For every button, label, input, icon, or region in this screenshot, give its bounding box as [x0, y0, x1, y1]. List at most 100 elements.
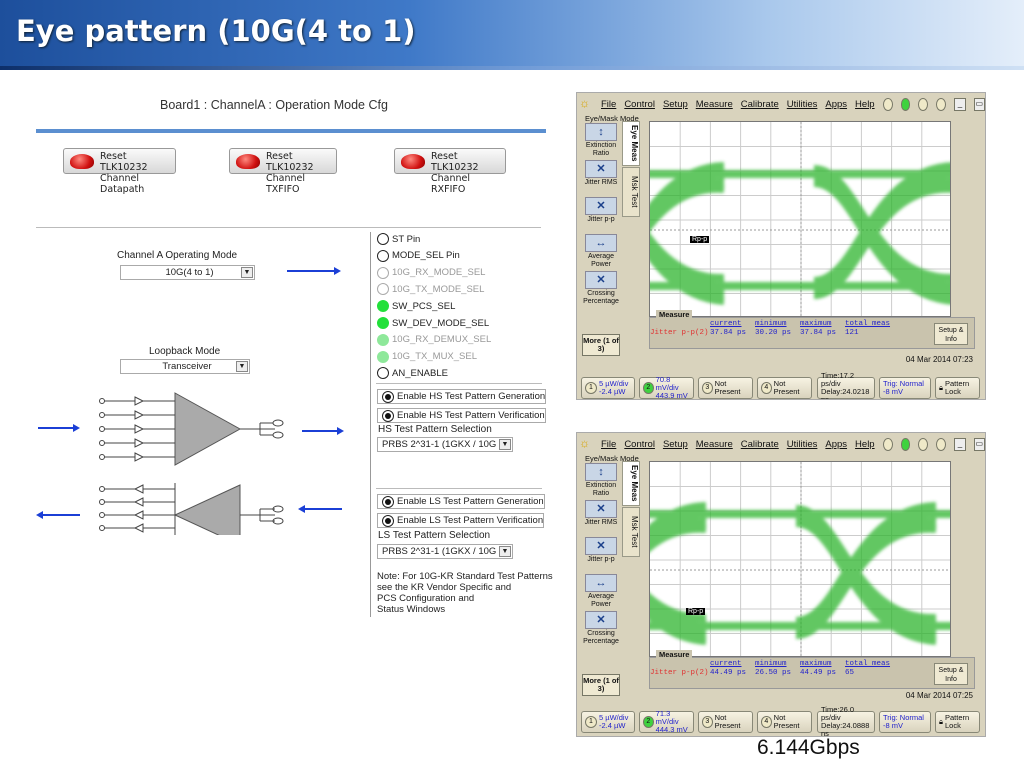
channel-4-button[interactable]: [936, 97, 947, 111]
setup-info-button[interactable]: Setup & Info: [934, 663, 968, 685]
measure-title: Measure: [656, 310, 693, 319]
channel-4-button[interactable]: [936, 437, 947, 451]
pin-radio[interactable]: ST Pin: [377, 233, 420, 245]
channel-2-button[interactable]: 2 70.8 mV/div 443.9 mV: [639, 376, 694, 399]
channel-1-button[interactable]: [882, 97, 893, 111]
measure-label: Extinction Ratio: [585, 482, 617, 497]
timestamp: 04 Mar 2014 07:25: [905, 691, 973, 700]
channel-3-button[interactable]: 3 Not Present: [698, 711, 753, 733]
channel-4-button[interactable]: 4 Not Present: [757, 377, 812, 399]
pin-radio[interactable]: 10G_RX_MODE_SEL: [377, 266, 485, 279]
measure-value: 44.49 ps: [800, 669, 837, 677]
menu-help[interactable]: Help: [855, 99, 875, 110]
ls-gen-radio[interactable]: Enable LS Test Pattern Generation: [377, 494, 545, 509]
measure-icon: ✕: [585, 537, 617, 555]
config-header: Board1 : ChannelA : Operation Mode Cfg: [160, 98, 388, 112]
measure-header: maximum: [800, 660, 832, 668]
note-line: see the KR Vendor Specific and: [377, 582, 512, 593]
chevron-down-icon: ▼: [241, 267, 253, 278]
measure-button[interactable]: ↔ Average Power: [582, 574, 620, 609]
hs-pattern-select[interactable]: PRBS 2^31-1 (1GKX / 10G ▼: [377, 437, 513, 452]
channel-3-button[interactable]: [918, 437, 929, 451]
tab-msk-test[interactable]: Msk Test: [622, 167, 640, 217]
loopback-mode-select[interactable]: Transceiver ▼: [120, 359, 250, 374]
measure-button[interactable]: ✕ Crossing Percentage: [582, 271, 620, 306]
restore-button[interactable]: ▭: [973, 437, 985, 451]
menu-setup[interactable]: Setup: [663, 99, 688, 110]
minimize-button[interactable]: _: [954, 437, 966, 451]
measure-button[interactable]: ↕ Extinction Ratio: [582, 463, 620, 498]
menu-measure[interactable]: Measure: [696, 439, 733, 450]
channel-4-button[interactable]: 4 Not Present: [757, 711, 812, 733]
pattern-lock-button[interactable]: 🔒︎ Pattern Lock: [935, 377, 980, 399]
timebase-button[interactable]: Time:26.0 ps/div Delay:24.0888 ns: [817, 706, 875, 736]
measure-header: current: [710, 660, 742, 668]
hs-ver-radio[interactable]: Enable HS Test Pattern Verification: [377, 408, 546, 423]
ls-ver-radio[interactable]: Enable LS Test Pattern Verification: [377, 513, 545, 528]
pin-radio[interactable]: 10G_TX_MUX_SEL: [377, 350, 477, 363]
restore-button[interactable]: ▭: [973, 97, 985, 111]
arrow-right-icon: [302, 427, 344, 435]
operating-mode-label: Channel A Operating Mode: [117, 250, 238, 261]
measure-button[interactable]: ✕ Jitter RMS: [582, 160, 620, 187]
menu-control[interactable]: Control: [624, 439, 655, 450]
channel-2-button[interactable]: [900, 437, 911, 451]
reset-label: Channel TXFIFO: [266, 173, 306, 195]
channel-3-button[interactable]: 3 Not Present: [698, 377, 753, 399]
menu-utilities[interactable]: Utilities: [787, 439, 818, 450]
reset-button[interactable]: Reset TLK10232 Channel TXFIFO: [229, 148, 337, 195]
measure-button[interactable]: ↕ Extinction Ratio: [582, 123, 620, 158]
measure-button[interactable]: ✕ Jitter p-p: [582, 537, 620, 564]
reset-button[interactable]: Reset TLK10232 Channel RXFIFO: [394, 148, 506, 195]
menu-apps[interactable]: Apps: [825, 99, 847, 110]
channel-3-button[interactable]: [918, 97, 929, 111]
operating-mode-select[interactable]: 10G(4 to 1) ▼: [120, 265, 255, 280]
channel-1-button[interactable]: 15 µW/div -2.4 µW: [581, 377, 635, 399]
setup-info-button[interactable]: Setup & Info: [934, 323, 968, 345]
hs-gen-radio[interactable]: Enable HS Test Pattern Generation: [377, 389, 547, 404]
measure-icon: ↔: [585, 234, 617, 252]
measure-button[interactable]: ✕ Crossing Percentage: [582, 611, 620, 646]
measure-value: 121: [845, 329, 859, 337]
menu-control[interactable]: Control: [624, 99, 655, 110]
menu-calibrate[interactable]: Calibrate: [741, 439, 779, 450]
menu-file[interactable]: File: [601, 99, 616, 110]
measure-button[interactable]: ✕ Jitter p-p: [582, 197, 620, 224]
channel-2-button[interactable]: 2 71.3 mV/div 444.3 mV: [639, 710, 694, 734]
menu-measure[interactable]: Measure: [696, 99, 733, 110]
timebase-button[interactable]: Time:17.2 ps/div Delay:24.0218 ns: [817, 372, 875, 399]
minimize-button[interactable]: _: [954, 97, 966, 111]
pin-radio[interactable]: 10G_RX_DEMUX_SEL: [377, 333, 491, 346]
menu-help[interactable]: Help: [855, 439, 875, 450]
pin-radio[interactable]: MODE_SEL Pin: [377, 249, 460, 262]
menu-calibrate[interactable]: Calibrate: [741, 99, 779, 110]
reset-button[interactable]: Reset TLK10232 Channel Datapath: [63, 148, 176, 195]
chevron-down-icon: ▼: [236, 361, 248, 372]
tab-eye-meas[interactable]: Eye Meas: [622, 121, 640, 166]
more-button[interactable]: More (1 of 3): [582, 674, 620, 696]
chevron-down-icon: ▼: [499, 439, 511, 450]
pin-radio[interactable]: SW_DEV_MODE_SEL: [377, 317, 489, 329]
menu-utilities[interactable]: Utilities: [787, 99, 818, 110]
pin-radio[interactable]: 10G_TX_MODE_SEL: [377, 283, 484, 296]
measure-header: minimum: [755, 660, 787, 668]
channel-1-button[interactable]: [882, 437, 893, 451]
menu-setup[interactable]: Setup: [663, 439, 688, 450]
tab-msk-test[interactable]: Msk Test: [622, 507, 640, 557]
measure-icon: ✕: [585, 160, 617, 178]
channel-1-button[interactable]: 15 µW/div -2.4 µW: [581, 711, 635, 733]
measure-button[interactable]: ↔ Average Power: [582, 234, 620, 269]
trigger-button[interactable]: Trig: Normal -8 mV: [879, 377, 931, 399]
measure-button[interactable]: ✕ Jitter RMS: [582, 500, 620, 527]
menu-apps[interactable]: Apps: [825, 439, 847, 450]
menu-file[interactable]: File: [601, 439, 616, 450]
ls-pattern-select[interactable]: PRBS 2^31-1 (1GKX / 10G ▼: [377, 544, 513, 559]
pin-radio[interactable]: SW_PCS_SEL: [377, 300, 455, 313]
pin-radio[interactable]: AN_ENABLE: [377, 367, 448, 380]
lock-icon: 🔒︎: [939, 383, 943, 392]
trigger-button[interactable]: Trig: Normal -8 mV: [879, 711, 931, 733]
more-button[interactable]: More (1 of 3): [582, 334, 620, 356]
channel-2-button[interactable]: [900, 97, 911, 111]
pattern-lock-button[interactable]: 🔒︎ Pattern Lock: [935, 711, 980, 733]
tab-eye-meas[interactable]: Eye Meas: [622, 461, 640, 506]
